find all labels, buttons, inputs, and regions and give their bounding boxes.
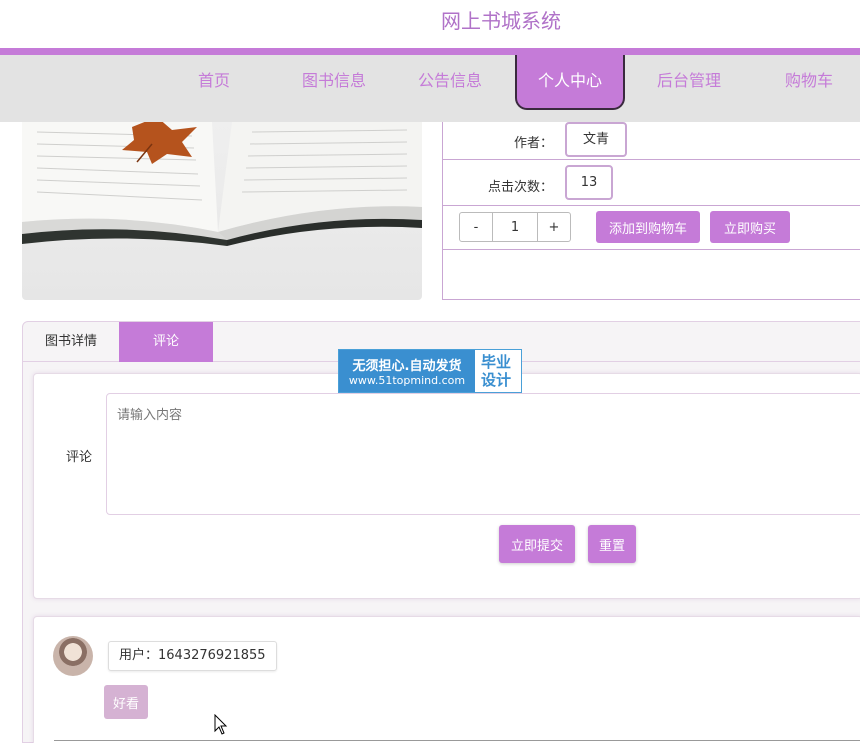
qty-minus-button[interactable]: - <box>460 213 492 241</box>
author-label: 作者： <box>513 136 553 151</box>
qty-plus-button[interactable]: + <box>538 213 570 241</box>
clicks-row: 点击次数： 13 <box>443 160 860 206</box>
comment-content: 好看 <box>104 685 148 719</box>
clicks-label: 点击次数： <box>487 180 553 195</box>
book-cover-image <box>22 122 422 300</box>
watermark-right: 毕业 设计 <box>475 350 521 392</box>
top-accent-bar <box>0 48 860 55</box>
qty-input[interactable]: 1 <box>492 213 538 241</box>
watermark-line1: 无须担心.自动发货 <box>352 359 462 374</box>
submit-comment-button[interactable]: 立即提交 <box>499 525 575 563</box>
author-value: 文青 <box>565 122 627 157</box>
mouse-cursor-icon <box>214 714 228 735</box>
nav-personal-center[interactable]: 个人中心 <box>515 55 625 110</box>
clicks-value: 13 <box>565 165 613 200</box>
watermark-right2: 设计 <box>481 371 512 389</box>
quantity-stepper: - 1 + <box>459 212 571 242</box>
tab-book-details[interactable]: 图书详情 <box>23 322 119 362</box>
comment-textarea[interactable]: 请输入内容 <box>106 393 860 515</box>
book-info-panel: 作者： 文青 点击次数： 13 - 1 + 添加到购物车 立即购买 <box>442 122 860 300</box>
avatar <box>53 636 93 676</box>
watermark-line2: www.51topmind.com <box>348 374 466 387</box>
buy-now-button[interactable]: 立即购买 <box>710 211 790 243</box>
watermark-left: 无须担心.自动发货 www.51topmind.com <box>339 350 475 392</box>
divider <box>54 740 860 741</box>
nav-announcements[interactable]: 公告信息 <box>395 55 505 107</box>
nav-admin[interactable]: 后台管理 <box>634 55 744 107</box>
purchase-row: - 1 + 添加到购物车 立即购买 <box>443 206 860 250</box>
nav-book-info[interactable]: 图书信息 <box>279 55 389 107</box>
comment-label: 评论 <box>66 450 93 465</box>
add-to-cart-button[interactable]: 添加到购物车 <box>596 211 700 243</box>
nav-home[interactable]: 首页 <box>159 55 269 107</box>
main-nav: 首页 图书信息 公告信息 个人中心 后台管理 购物车 <box>0 55 860 122</box>
watermark-right1: 毕业 <box>481 353 512 371</box>
comment-form-card: 评论 请输入内容 立即提交 重置 <box>33 373 860 599</box>
comment-user: 用户：1643276921855 <box>108 641 277 671</box>
nav-cart[interactable]: 购物车 <box>754 55 860 107</box>
tab-comments[interactable]: 评论 <box>119 322 213 362</box>
site-title: 网上书城系统 <box>441 9 561 33</box>
author-row: 作者： 文青 <box>443 122 860 160</box>
comment-item: 用户：1643276921855 好看 <box>33 616 860 743</box>
open-book-photo <box>22 122 422 300</box>
watermark-badge: 无须担心.自动发货 www.51topmind.com 毕业 设计 <box>338 349 522 393</box>
reset-button[interactable]: 重置 <box>588 525 636 563</box>
